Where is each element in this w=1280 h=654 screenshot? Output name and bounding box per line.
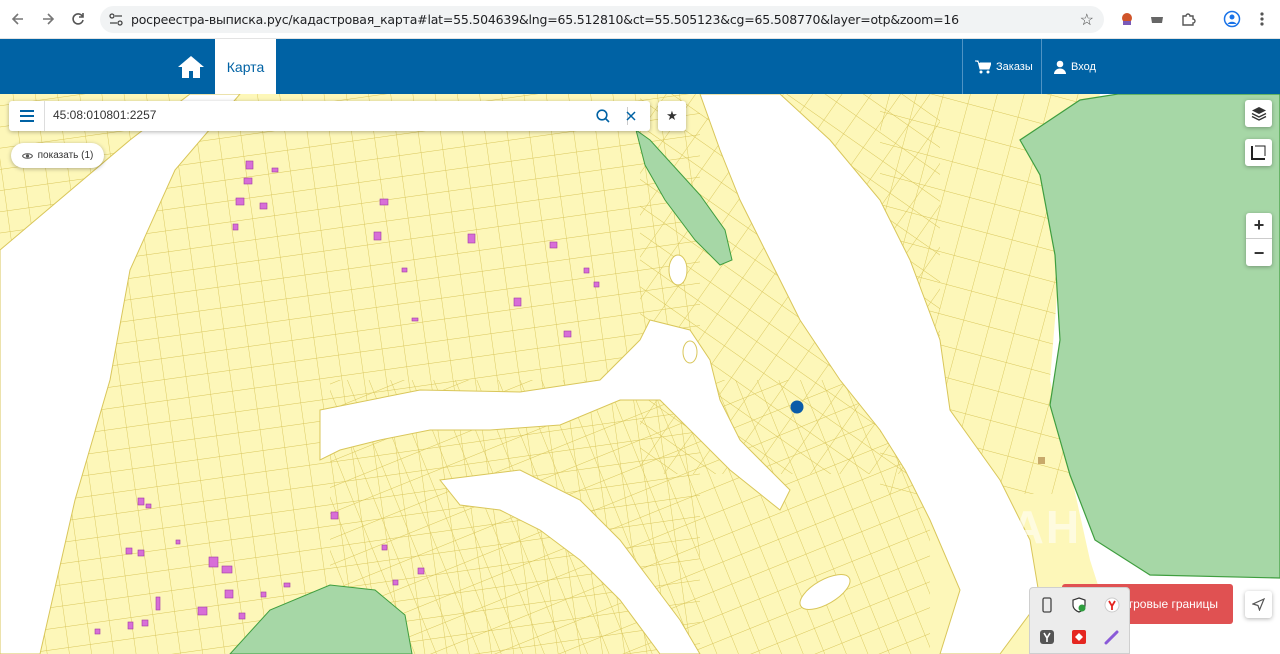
header-divider [962, 39, 963, 94]
puzzle-icon[interactable] [1178, 9, 1198, 29]
site-info-icon[interactable] [109, 13, 123, 26]
layers-icon [1251, 107, 1266, 121]
yandex-browser-icon[interactable] [1101, 594, 1123, 616]
anydesk-icon[interactable] [1068, 626, 1090, 648]
show-button-label: показать (1) [37, 150, 94, 161]
map-canvas[interactable] [0, 94, 1280, 654]
login-button[interactable]: Вход [1054, 39, 1096, 94]
bookmark-star-icon[interactable]: ☆ [1080, 10, 1094, 30]
small-structure [1038, 457, 1045, 464]
zoom-control: + − [1246, 213, 1272, 266]
phone-icon[interactable] [1036, 594, 1058, 616]
layers-button[interactable] [1245, 100, 1272, 127]
system-tray-popup [1029, 587, 1130, 654]
security-shield-icon[interactable] [1068, 594, 1090, 616]
header-divider [1041, 39, 1042, 94]
show-button[interactable]: показать (1) [11, 143, 104, 168]
reload-icon[interactable] [67, 8, 89, 30]
extension-icon-1[interactable] [1117, 9, 1137, 29]
search-icon[interactable] [594, 107, 612, 125]
menu-icon[interactable] [9, 101, 45, 131]
cadastral-boundaries-label: стровые границы [1121, 597, 1218, 611]
search-panel [9, 101, 650, 131]
address-bar[interactable]: росреестра-выписка.рус/кадастровая_карта… [100, 6, 1104, 33]
login-label: Вход [1071, 60, 1096, 73]
tab-map[interactable]: Карта [215, 39, 276, 94]
yandex-app-icon[interactable] [1036, 626, 1058, 648]
ruler-icon [1251, 145, 1266, 160]
cart-icon [975, 60, 991, 73]
browser-toolbar: росреестра-выписка.рус/кадастровая_карта… [0, 0, 1280, 39]
user-icon [1054, 60, 1066, 74]
eye-icon [21, 152, 33, 159]
cadastral-map[interactable]: ЦИАН [0, 94, 1280, 654]
app-header: Карта Заказы Вход [0, 39, 1280, 94]
profile-icon[interactable] [1222, 9, 1242, 29]
measure-button[interactable] [1245, 139, 1272, 166]
forward-icon[interactable] [37, 8, 59, 30]
parcel-marker[interactable] [790, 400, 804, 414]
extension-icon-2[interactable] [1147, 9, 1167, 29]
orders-button[interactable]: Заказы [975, 39, 1033, 94]
clear-icon[interactable] [622, 107, 640, 125]
navigation-arrow-icon [1252, 598, 1265, 611]
url-text: росреестра-выписка.рус/кадастровая_карта… [131, 12, 959, 27]
pen-icon[interactable] [1101, 626, 1123, 648]
zoom-out-button[interactable]: − [1246, 240, 1272, 266]
home-icon[interactable] [170, 39, 212, 94]
favorite-star-button[interactable]: ★ [658, 101, 686, 131]
more-menu-icon[interactable] [1252, 9, 1272, 29]
watermark-logo: ЦИАН [940, 501, 1082, 553]
zoom-in-button[interactable]: + [1246, 213, 1272, 239]
back-icon[interactable] [7, 8, 29, 30]
locate-button[interactable] [1245, 591, 1272, 618]
orders-label: Заказы [996, 60, 1033, 73]
cadastral-search-input[interactable] [53, 108, 573, 122]
